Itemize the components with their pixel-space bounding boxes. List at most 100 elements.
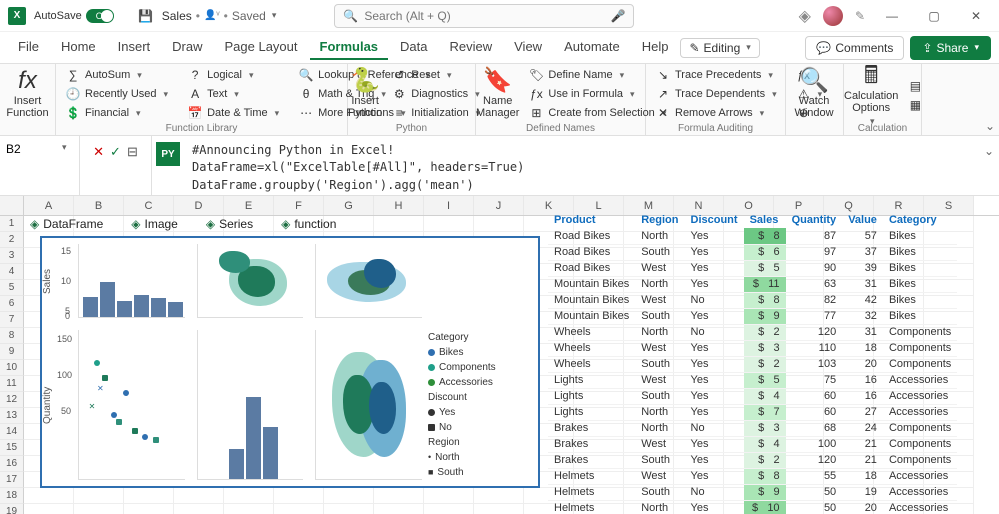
- table-header-discount[interactable]: Discount: [685, 212, 744, 228]
- table-cell[interactable]: Helmets: [548, 500, 635, 514]
- document-title[interactable]: Sales • 👤ᵛ • Saved ▾: [162, 9, 277, 23]
- table-cell[interactable]: North: [635, 276, 684, 292]
- row-header-15[interactable]: 15: [0, 440, 24, 456]
- tab-data[interactable]: Data: [390, 35, 437, 60]
- table-cell[interactable]: 39: [842, 260, 883, 276]
- cell[interactable]: [274, 488, 324, 504]
- table-row[interactable]: HelmetsNorthYes$ 105020Accessories: [548, 500, 957, 514]
- datatype-chip-series[interactable]: ◈Series: [202, 216, 257, 232]
- row-header-19[interactable]: 19: [0, 504, 24, 514]
- cell[interactable]: [374, 216, 424, 232]
- table-cell[interactable]: Lights: [548, 372, 635, 388]
- table-cell[interactable]: Lights: [548, 404, 635, 420]
- table-cell[interactable]: No: [685, 484, 744, 500]
- table-row[interactable]: Road BikesWestYes$ 59039Bikes: [548, 260, 957, 276]
- table-cell[interactable]: Components: [883, 420, 957, 436]
- name-manager-button[interactable]: 🔖 Name Manager: [476, 64, 519, 124]
- share-button[interactable]: ⇪ Share ▾: [910, 36, 991, 60]
- row-header-6[interactable]: 6: [0, 296, 24, 312]
- table-cell[interactable]: No: [685, 324, 744, 340]
- table-cell[interactable]: Bikes: [883, 308, 957, 324]
- calc-sheet-button[interactable]: ▦: [904, 96, 926, 114]
- table-cell[interactable]: Yes: [685, 340, 744, 356]
- cell[interactable]: [424, 216, 474, 232]
- table-cell[interactable]: West: [635, 292, 684, 308]
- calc-options-button[interactable]: 🖩 Calculation Options ▾: [844, 64, 898, 127]
- table-cell[interactable]: 103: [786, 356, 843, 372]
- column-header-D[interactable]: D: [174, 196, 224, 215]
- table-cell[interactable]: Components: [883, 324, 957, 340]
- cell[interactable]: [74, 504, 124, 514]
- table-cell[interactable]: $ 7: [744, 404, 786, 420]
- table-row[interactable]: Mountain BikesNorthYes$ 116331Bikes: [548, 276, 957, 292]
- table-cell[interactable]: North: [635, 228, 684, 244]
- ribbon-diagnostics-button[interactable]: ⚙Diagnostics▾: [388, 85, 484, 103]
- insert-python-button[interactable]: 🐍 Insert Python: [348, 64, 382, 124]
- table-cell[interactable]: Road Bikes: [548, 228, 635, 244]
- table-cell[interactable]: 20: [842, 356, 883, 372]
- datatype-chip-function[interactable]: ◈function: [277, 216, 340, 232]
- table-cell[interactable]: 75: [786, 372, 843, 388]
- table-cell[interactable]: Bikes: [883, 260, 957, 276]
- table-cell[interactable]: $ 5: [744, 260, 786, 276]
- table-cell[interactable]: South: [635, 356, 684, 372]
- table-cell[interactable]: Yes: [685, 388, 744, 404]
- table-cell[interactable]: 32: [842, 308, 883, 324]
- table-cell[interactable]: 60: [786, 388, 843, 404]
- table-cell[interactable]: Accessories: [883, 468, 957, 484]
- table-row[interactable]: LightsWestYes$ 57516Accessories: [548, 372, 957, 388]
- table-cell[interactable]: $ 8: [744, 468, 786, 484]
- ribbon-trace-dependents-button[interactable]: ↗Trace Dependents▾: [652, 85, 781, 103]
- maximize-button[interactable]: ▢: [919, 2, 949, 30]
- table-cell[interactable]: 50: [786, 500, 843, 514]
- table-cell[interactable]: Bikes: [883, 244, 957, 260]
- table-cell[interactable]: Components: [883, 452, 957, 468]
- table-cell[interactable]: Yes: [685, 372, 744, 388]
- table-cell[interactable]: Helmets: [548, 468, 635, 484]
- table-cell[interactable]: 100: [786, 436, 843, 452]
- insert-function-button[interactable]: fx Insert Function: [0, 64, 55, 123]
- column-header-G[interactable]: G: [324, 196, 374, 215]
- cancel-icon[interactable]: ✕: [93, 144, 104, 160]
- table-cell[interactable]: Yes: [685, 436, 744, 452]
- table-cell[interactable]: Yes: [685, 500, 744, 514]
- table-cell[interactable]: 31: [842, 324, 883, 340]
- column-header-I[interactable]: I: [424, 196, 474, 215]
- table-cell[interactable]: Road Bikes: [548, 260, 635, 276]
- table-cell[interactable]: Helmets: [548, 484, 635, 500]
- datatype-chip-dataframe[interactable]: ◈DataFrame: [26, 216, 107, 232]
- table-cell[interactable]: 20: [842, 500, 883, 514]
- table-cell[interactable]: $ 3: [744, 340, 786, 356]
- table-cell[interactable]: $ 8: [744, 228, 786, 244]
- table-cell[interactable]: No: [685, 420, 744, 436]
- table-cell[interactable]: South: [635, 388, 684, 404]
- row-header-11[interactable]: 11: [0, 376, 24, 392]
- table-cell[interactable]: 110: [786, 340, 843, 356]
- cell[interactable]: [124, 504, 174, 514]
- table-cell[interactable]: West: [635, 340, 684, 356]
- table-row[interactable]: Road BikesSouthYes$ 69737Bikes: [548, 244, 957, 260]
- table-cell[interactable]: Yes: [685, 308, 744, 324]
- table-cell[interactable]: 97: [786, 244, 843, 260]
- table-cell[interactable]: $ 8: [744, 292, 786, 308]
- cell[interactable]: [224, 488, 274, 504]
- table-cell[interactable]: Accessories: [883, 484, 957, 500]
- row-header-4[interactable]: 4: [0, 264, 24, 280]
- table-header-product[interactable]: Product: [548, 212, 635, 228]
- ribbon-initialization-button[interactable]: ≡Initialization▾: [388, 104, 484, 122]
- table-cell[interactable]: 60: [786, 404, 843, 420]
- tab-file[interactable]: File: [8, 35, 49, 60]
- tab-review[interactable]: Review: [440, 35, 503, 60]
- table-cell[interactable]: Accessories: [883, 404, 957, 420]
- python-mode-chip[interactable]: PY: [156, 142, 180, 166]
- cell[interactable]: [24, 488, 74, 504]
- table-cell[interactable]: Wheels: [548, 356, 635, 372]
- table-cell[interactable]: Yes: [685, 356, 744, 372]
- table-row[interactable]: LightsSouthYes$ 46016Accessories: [548, 388, 957, 404]
- column-header-F[interactable]: F: [274, 196, 324, 215]
- table-cell[interactable]: South: [635, 244, 684, 260]
- table-row[interactable]: Road BikesNorthYes$ 88757Bikes: [548, 228, 957, 244]
- column-header-H[interactable]: H: [374, 196, 424, 215]
- tab-insert[interactable]: Insert: [108, 35, 161, 60]
- table-cell[interactable]: 50: [786, 484, 843, 500]
